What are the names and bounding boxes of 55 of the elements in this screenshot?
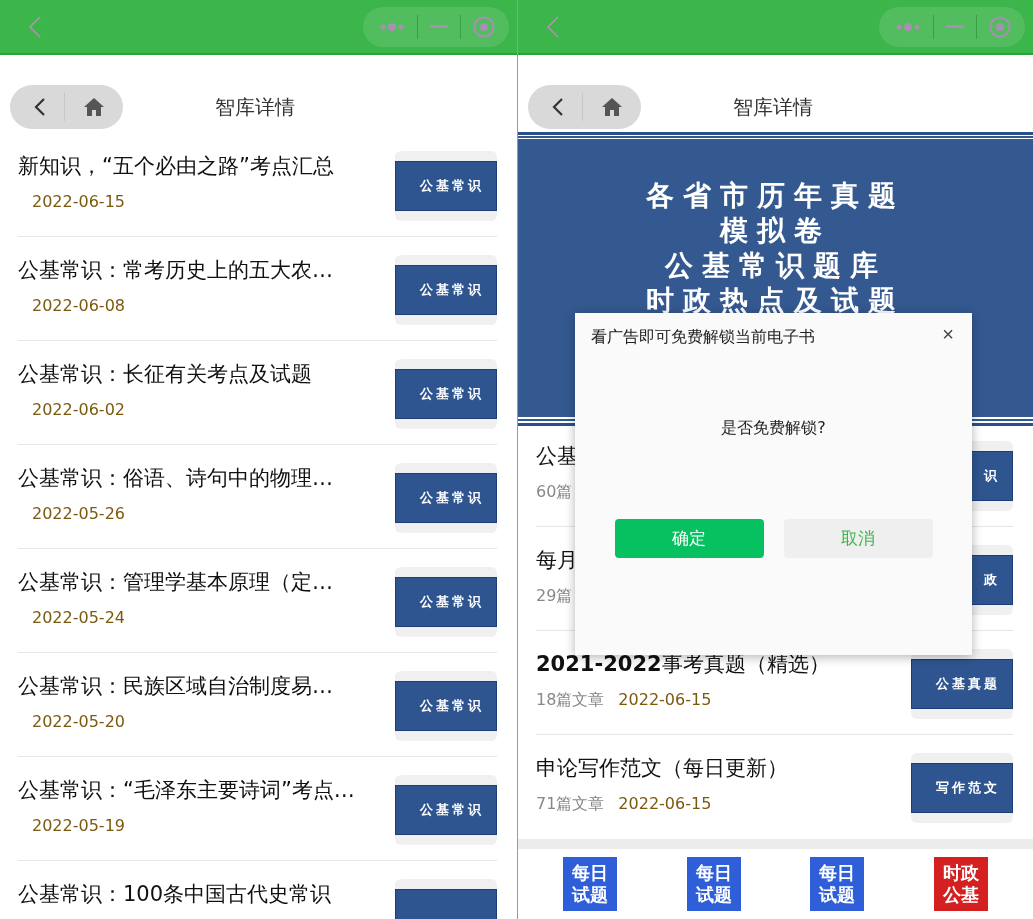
page-title: 智库详情	[214, 93, 296, 121]
article-title[interactable]: 公基常识：长征有关考点及试题	[18, 360, 312, 388]
book-title[interactable]: 公基	[536, 442, 578, 470]
more-icon[interactable]	[379, 21, 405, 32]
banner-text: 各省市历年真题	[646, 179, 905, 212]
target-icon[interactable]	[989, 15, 1011, 38]
more-icon[interactable]	[895, 21, 921, 32]
article-count: 29篇	[536, 586, 573, 607]
article-title[interactable]: 公基常识：“毛泽东主要诗词”考点…	[18, 776, 355, 804]
minimize-icon[interactable]	[430, 24, 448, 29]
update-date: 2022-06-15	[618, 794, 712, 815]
back-icon[interactable]	[552, 97, 564, 117]
home-icon[interactable]	[601, 97, 623, 117]
shortcut-tile[interactable]: 每日试题	[686, 857, 741, 911]
thumbnail-label: 公基常识	[395, 473, 497, 523]
article-date: 2022-06-15	[31, 192, 126, 211]
thumbnail-label: 公基常识	[395, 681, 497, 731]
article-title[interactable]: 公基常识：100条中国古代史常识	[18, 880, 332, 908]
article-title[interactable]: 公基常识：管理学基本原理（定…	[18, 568, 333, 596]
dialog-title: 看广告即可免费解锁当前电子书	[590, 327, 815, 348]
article-date: 2022-06-02	[31, 400, 126, 419]
thumbnail-label: 公基常识	[395, 785, 497, 835]
page-title: 智库详情	[732, 93, 814, 121]
thumbnail-label: 公基常识	[395, 369, 497, 419]
article-title[interactable]: 公基常识：民族区域自治制度易…	[18, 672, 333, 700]
article-date: 2022-05-26	[31, 504, 126, 523]
thumbnail-label: 公基常识	[395, 577, 497, 627]
shortcut-tile[interactable]: 每日试题	[562, 857, 617, 911]
thumbnail-label: 公基常识	[395, 265, 497, 315]
article-count: 71篇文章	[536, 794, 605, 815]
article-title[interactable]: 新知识，“五个必由之路”考点汇总	[18, 152, 334, 180]
update-date: 2022-06-15	[618, 690, 712, 711]
article-date: 2022-05-24	[31, 608, 126, 627]
book-title[interactable]: 申论写作范文（每日更新）	[536, 754, 788, 782]
thumbnail-label: 公基真题	[911, 659, 1013, 709]
thumbnail-label: 公基常识	[395, 161, 497, 211]
book-title[interactable]: 每月	[536, 546, 578, 574]
article-title[interactable]: 公基常识：俗语、诗句中的物理…	[18, 464, 333, 492]
minimize-icon[interactable]	[946, 24, 964, 29]
banner-text: 公基常识题库	[664, 249, 887, 282]
article-count: 18篇文章	[536, 690, 605, 711]
dialog-message: 是否免费解锁?	[721, 418, 826, 439]
article-date: 2022-05-20	[31, 712, 126, 731]
home-icon[interactable]	[83, 97, 105, 117]
article-title[interactable]: 公基常识：常考历史上的五大农…	[18, 256, 333, 284]
thumbnail-label: 写作范文	[911, 763, 1013, 813]
article-date: 2022-05-19	[31, 816, 126, 835]
article-date: 2022-06-08	[31, 296, 126, 315]
shortcut-tile[interactable]: 时政公基	[934, 857, 989, 911]
close-button[interactable]: ×	[938, 323, 958, 346]
banner-text: 模拟卷	[720, 214, 831, 247]
article-count: 60篇	[536, 482, 573, 503]
target-icon[interactable]	[473, 15, 495, 38]
back-icon[interactable]	[34, 97, 46, 117]
shortcut-tile[interactable]: 每日试题	[810, 857, 865, 911]
